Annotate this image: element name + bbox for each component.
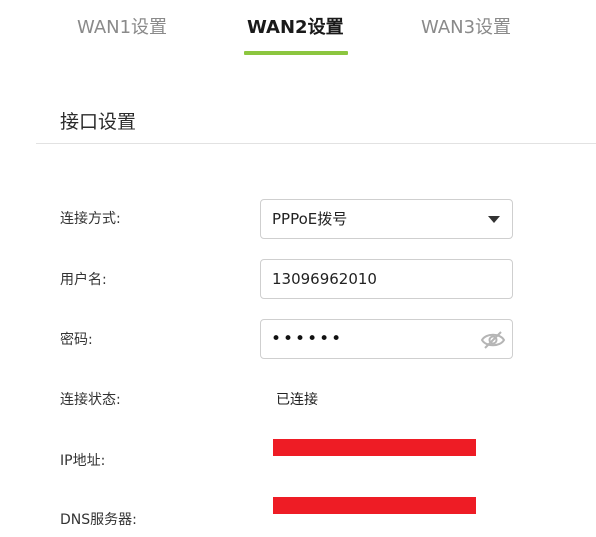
- password-field[interactable]: [260, 319, 513, 359]
- tab-wan1[interactable]: WAN1设置: [77, 15, 167, 41]
- section-divider: [36, 143, 596, 144]
- connection-method-label: 连接方式:: [60, 211, 121, 227]
- active-tab-indicator: [244, 51, 348, 55]
- connection-method-value: PPPoE拨号: [272, 210, 348, 228]
- ip-address-label: IP地址:: [60, 453, 106, 469]
- username-value: 13096962010: [272, 270, 377, 288]
- caret-down-icon: [488, 216, 500, 223]
- tab-wan2[interactable]: WAN2设置: [247, 15, 344, 41]
- connection-method-select[interactable]: PPPoE拨号: [260, 199, 513, 239]
- dns-server-redaction: [273, 497, 476, 514]
- ip-address-redaction: [273, 439, 476, 456]
- tab-wan3[interactable]: WAN3设置: [421, 15, 511, 41]
- password-label: 密码:: [60, 332, 93, 348]
- wan-settings-page: WAN1设置 WAN2设置 WAN3设置 接口设置 连接方式: PPPoE拨号 …: [0, 0, 596, 537]
- username-label: 用户名:: [60, 272, 107, 288]
- eye-slash-icon[interactable]: [480, 330, 506, 350]
- connection-status-label: 连接状态:: [60, 392, 121, 408]
- dns-server-label: DNS服务器:: [60, 512, 137, 528]
- password-input[interactable]: [271, 328, 471, 350]
- connection-status-value: 已连接: [276, 392, 318, 408]
- section-title: 接口设置: [60, 111, 137, 133]
- username-field[interactable]: 13096962010: [260, 259, 513, 299]
